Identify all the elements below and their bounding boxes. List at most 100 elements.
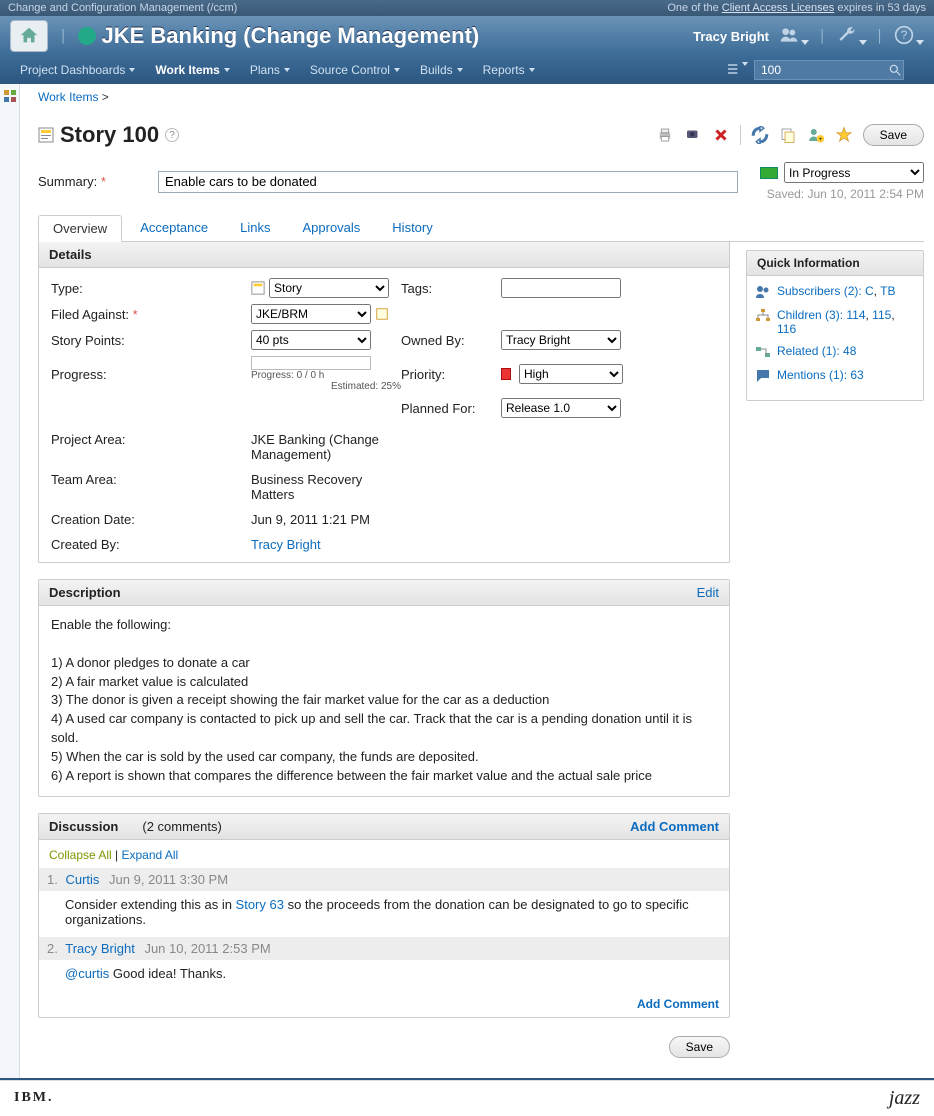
priority-select[interactable]: High bbox=[519, 364, 623, 384]
qi-children: Children (3): 114, 115, 116 bbox=[755, 308, 915, 336]
qi-mentions-label[interactable]: Mentions (1): bbox=[777, 368, 850, 382]
svg-text:+: + bbox=[818, 137, 822, 143]
qi-related-label[interactable]: Related (1): bbox=[777, 344, 843, 358]
menu-reports[interactable]: Reports bbox=[473, 56, 545, 84]
menu-project-dashboards[interactable]: Project Dashboards bbox=[10, 56, 145, 84]
users-menu[interactable] bbox=[779, 25, 809, 48]
priority-label: Priority: bbox=[401, 367, 501, 382]
status-indicator-icon bbox=[760, 167, 778, 179]
status-select[interactable]: In Progress bbox=[784, 162, 924, 183]
qi-subscribers-label[interactable]: Subscribers (2): bbox=[777, 284, 865, 298]
title-bar: │ JKE Banking (Change Management) Tracy … bbox=[0, 16, 934, 56]
breadcrumb-work-items[interactable]: Work Items bbox=[38, 90, 98, 104]
copy-icon[interactable] bbox=[779, 126, 797, 144]
type-select[interactable]: Story bbox=[269, 278, 389, 298]
save-button-bottom[interactable]: Save bbox=[669, 1036, 730, 1058]
comment-header-1: 1. Curtis Jun 9, 2011 3:30 PM bbox=[39, 868, 729, 891]
mentions-icon bbox=[755, 368, 771, 384]
save-button-top[interactable]: Save bbox=[863, 124, 924, 146]
dashboard-icon[interactable] bbox=[4, 90, 16, 102]
collapse-all-link[interactable]: Collapse All bbox=[49, 848, 112, 862]
help-menu[interactable]: ? bbox=[894, 25, 924, 48]
add-comment-link-top[interactable]: Add Comment bbox=[630, 819, 719, 834]
summary-input[interactable] bbox=[158, 171, 738, 193]
qi-mentions: Mentions (1): 63 bbox=[755, 368, 915, 384]
planned-for-label: Planned For: bbox=[401, 401, 501, 416]
comment-date-2: Jun 10, 2011 2:53 PM bbox=[144, 941, 270, 956]
comment-mention[interactable]: @curtis bbox=[65, 966, 109, 981]
owned-by-select[interactable]: Tracy Bright bbox=[501, 330, 621, 350]
comment-author-1[interactable]: Curtis bbox=[65, 872, 99, 887]
comment-link-story63[interactable]: Story 63 bbox=[236, 897, 284, 912]
comment-author-2[interactable]: Tracy Bright bbox=[65, 941, 135, 956]
edit-description-link[interactable]: Edit bbox=[697, 585, 719, 600]
summary-label: Summary: * bbox=[38, 174, 148, 189]
add-comment-link-bottom[interactable]: Add Comment bbox=[637, 997, 719, 1011]
created-by-link[interactable]: Tracy Bright bbox=[251, 537, 717, 552]
copy-id-icon[interactable] bbox=[684, 126, 702, 144]
priority-high-icon bbox=[501, 368, 511, 380]
type-label: Type: bbox=[51, 281, 251, 296]
planned-for-select[interactable]: Release 1.0 bbox=[501, 398, 621, 418]
title-help-icon[interactable]: ? bbox=[165, 128, 179, 142]
refresh-icon[interactable] bbox=[751, 126, 769, 144]
discussion-count: (2 comments) bbox=[142, 819, 221, 834]
menu-builds[interactable]: Builds bbox=[410, 56, 473, 84]
tab-approvals[interactable]: Approvals bbox=[288, 215, 374, 241]
project-title: JKE Banking (Change Management) bbox=[102, 23, 480, 49]
quick-info-header: Quick Information bbox=[747, 251, 923, 276]
tags-label: Tags: bbox=[401, 281, 501, 296]
mini-sidebar bbox=[0, 84, 20, 1078]
subscribers-icon bbox=[755, 284, 771, 300]
delete-icon[interactable] bbox=[712, 126, 730, 144]
menu-source-control[interactable]: Source Control bbox=[300, 56, 410, 84]
admin-menu[interactable] bbox=[837, 25, 867, 48]
related-icon bbox=[755, 344, 771, 360]
menu-work-items[interactable]: Work Items bbox=[145, 56, 239, 84]
main-menu: Project Dashboards Work Items Plans Sour… bbox=[0, 56, 934, 84]
expand-all-link[interactable]: Expand All bbox=[122, 848, 179, 862]
discussion-header: Discussion bbox=[49, 819, 118, 834]
children-icon bbox=[755, 308, 771, 324]
story-type-icon bbox=[251, 281, 265, 295]
category-picker-icon[interactable] bbox=[375, 307, 389, 321]
users-icon bbox=[779, 25, 799, 45]
project-area-value: JKE Banking (Change Management) bbox=[251, 432, 391, 462]
story-points-select[interactable]: 40 pts bbox=[251, 330, 371, 350]
list-icon bbox=[726, 61, 742, 77]
search-input[interactable] bbox=[754, 60, 904, 80]
wrench-icon bbox=[837, 25, 857, 45]
tab-links[interactable]: Links bbox=[226, 215, 284, 241]
qi-subscribers: Subscribers (2): C, TB bbox=[755, 284, 915, 300]
svg-text:?: ? bbox=[901, 29, 908, 42]
print-icon[interactable] bbox=[656, 126, 674, 144]
home-icon bbox=[18, 25, 40, 47]
favorite-icon[interactable] bbox=[835, 126, 853, 144]
description-section: Description Edit Enable the following: 1… bbox=[38, 579, 730, 797]
search-type-menu[interactable] bbox=[726, 61, 748, 80]
tab-history[interactable]: History bbox=[378, 215, 446, 241]
separator: │ bbox=[60, 29, 68, 43]
home-button[interactable] bbox=[10, 20, 48, 52]
qi-children-label[interactable]: Children (3): bbox=[777, 308, 846, 322]
subscribe-icon[interactable]: + bbox=[807, 126, 825, 144]
jazz-logo: jazz bbox=[889, 1087, 920, 1110]
tags-input[interactable] bbox=[501, 278, 621, 298]
system-banner: Change and Configuration Management (/cc… bbox=[0, 0, 934, 16]
search-icon[interactable] bbox=[888, 63, 902, 77]
discussion-section: Discussion (2 comments) Add Comment Coll… bbox=[38, 813, 730, 1018]
tab-overview[interactable]: Overview bbox=[38, 215, 122, 242]
tab-acceptance[interactable]: Acceptance bbox=[126, 215, 222, 241]
breadcrumb: Work Items > bbox=[38, 90, 924, 104]
owned-by-label: Owned By: bbox=[401, 333, 501, 348]
team-area-value: Business Recovery Matters bbox=[251, 472, 391, 502]
filed-against-label: Filed Against: * bbox=[51, 307, 251, 322]
story-icon bbox=[38, 127, 54, 143]
license-link[interactable]: Client Access Licenses bbox=[722, 2, 835, 14]
menu-plans[interactable]: Plans bbox=[240, 56, 300, 84]
work-item-title: Story 100 bbox=[60, 122, 159, 148]
work-item-tabs: Overview Acceptance Links Approvals Hist… bbox=[38, 215, 924, 242]
details-section: Details Type: Story Tags: Filed Against:… bbox=[38, 242, 730, 563]
filed-against-select[interactable]: JKE/BRM bbox=[251, 304, 371, 324]
progress-text: Progress: 0 / 0 h bbox=[251, 370, 401, 381]
